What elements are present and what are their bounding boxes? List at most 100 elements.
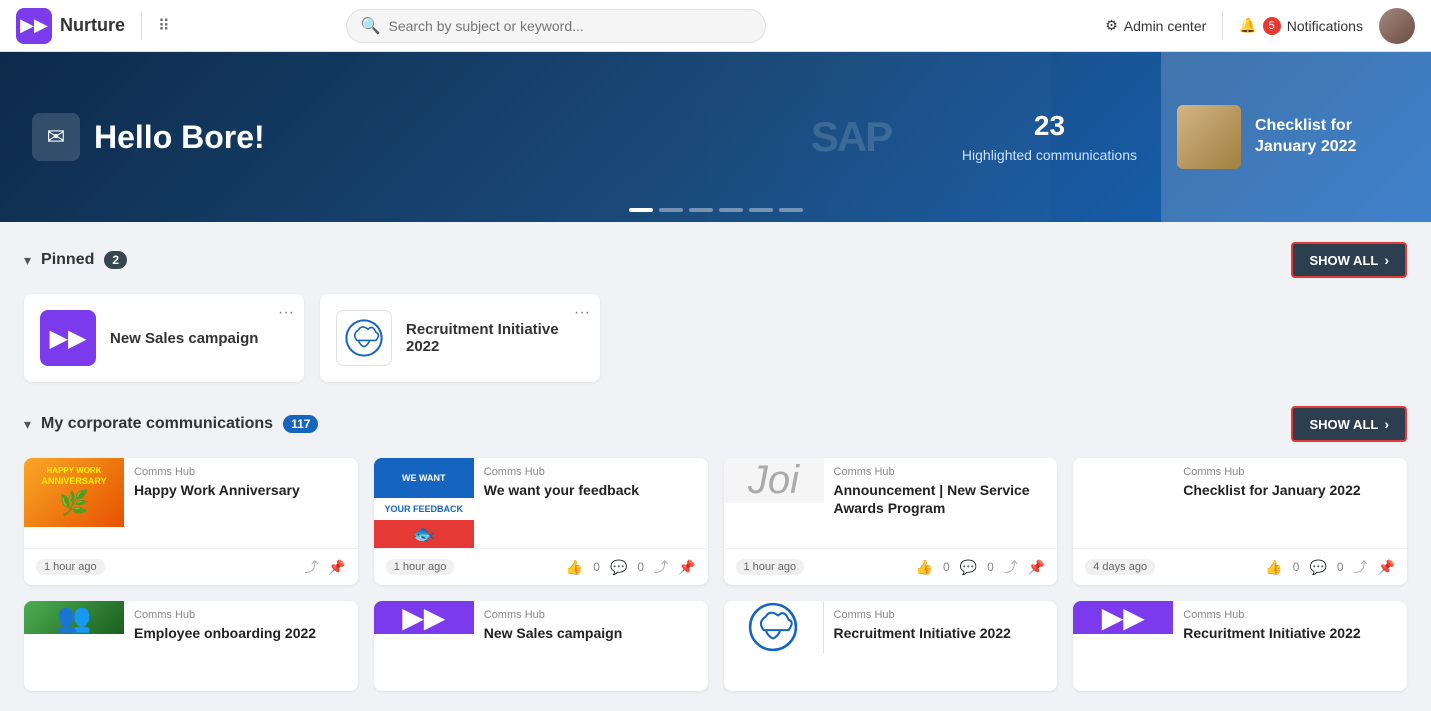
time-ago-badge: 4 days ago bbox=[1085, 559, 1155, 575]
search-bar[interactable]: 🔍 bbox=[346, 9, 766, 43]
share-icon[interactable]: ⤴ bbox=[654, 557, 668, 577]
admin-center-label: Admin center bbox=[1124, 18, 1206, 34]
comm-card-title: Recruitment Initiative 2022 bbox=[834, 624, 1048, 642]
semos-thumb-image bbox=[724, 601, 824, 653]
main-content: ▾ Pinned 2 SHOW ALL › ▶▶ New Sales campa… bbox=[0, 222, 1431, 711]
like-count: 0 bbox=[593, 560, 600, 574]
notification-badge: 5 bbox=[1263, 17, 1281, 35]
comment-icon[interactable]: 💬 bbox=[960, 559, 977, 576]
like-icon[interactable]: 👍 bbox=[1265, 559, 1282, 576]
pin-icon[interactable]: 📌 bbox=[1378, 559, 1395, 576]
comm-thumb-checklist bbox=[1073, 458, 1173, 548]
comment-icon[interactable]: 💬 bbox=[1309, 559, 1326, 576]
comm-thumb-welcome: 👥 bbox=[24, 601, 124, 691]
dot-3[interactable] bbox=[689, 208, 713, 212]
dot-4[interactable] bbox=[719, 208, 743, 212]
hero-dots bbox=[629, 208, 803, 212]
card-footer-actions: 👍 0 💬 0 ⤴ 📌 bbox=[566, 557, 696, 577]
comm-card-top: WE WANT YOUR FEEDBACK 🐟 Comms Hub We wan… bbox=[374, 458, 708, 548]
comm-card[interactable]: ▶▶ Comms Hub New Sales campaign bbox=[374, 601, 708, 691]
comm-thumb-semos bbox=[724, 601, 824, 691]
checklist-thumb-image bbox=[1177, 105, 1241, 169]
comm-card-title: Announcement | New Service Awards Progra… bbox=[834, 481, 1048, 517]
comm-card-info: Comms Hub Announcement | New Service Awa… bbox=[824, 458, 1058, 548]
card-footer-actions: 👍 0 💬 0 ⤴ 📌 bbox=[916, 557, 1046, 577]
corporate-show-all-button[interactable]: SHOW ALL › bbox=[1291, 406, 1407, 442]
corporate-cards-grid-bottom: 👥 Comms Hub Employee onboarding 2022 ▶▶ … bbox=[24, 601, 1407, 691]
feedback-banner: WE WANT bbox=[374, 458, 474, 498]
comm-card[interactable]: Comms Hub Recruitment Initiative 2022 bbox=[724, 601, 1058, 691]
corporate-count: 117 bbox=[283, 415, 318, 433]
pinned-card-icon: ▶▶ bbox=[40, 310, 96, 366]
comm-card-info: Comms Hub Recruitment Initiative 2022 bbox=[824, 601, 1058, 691]
card-footer-actions: 👍 0 💬 0 ⤴ 📌 bbox=[1265, 557, 1395, 577]
avatar[interactable] bbox=[1379, 8, 1415, 44]
comm-hub-label: Comms Hub bbox=[1183, 609, 1397, 621]
corporate-cards-grid: HAPPY WORK ANNIVERSARY 🌿 Comms Hub Happy… bbox=[24, 458, 1407, 585]
pinned-card-menu-icon[interactable]: ··· bbox=[574, 304, 590, 322]
share-icon[interactable]: ⤴ bbox=[1354, 557, 1368, 577]
pinned-toggle-icon[interactable]: ▾ bbox=[24, 252, 31, 269]
comment-icon[interactable]: 💬 bbox=[610, 559, 627, 576]
pinned-card[interactable]: ▶▶ New Sales campaign ··· bbox=[24, 294, 304, 382]
announcement-thumb-image: Joi bbox=[724, 458, 824, 503]
pin-icon[interactable]: 📌 bbox=[328, 559, 345, 576]
like-icon[interactable]: 👍 bbox=[916, 559, 933, 576]
comm-card-footer: 1 hour ago ⤴ 📌 bbox=[24, 548, 358, 585]
comm-card[interactable]: ▶▶ Comms Hub Recuritment Initiative 2022 bbox=[1073, 601, 1407, 691]
pinned-card[interactable]: Recruitment Initiative 2022 ··· bbox=[320, 294, 600, 382]
semos-logo-svg2 bbox=[747, 601, 799, 653]
comm-card-title: New Sales campaign bbox=[484, 624, 698, 642]
header-divider2 bbox=[1222, 12, 1223, 40]
header-divider bbox=[141, 12, 142, 40]
pin-icon[interactable]: 📌 bbox=[678, 559, 695, 576]
comm-card-info: Comms Hub Happy Work Anniversary bbox=[124, 458, 358, 548]
comm-card-info: Comms Hub New Sales campaign bbox=[474, 601, 708, 691]
comm-thumb-purple2: ▶▶ bbox=[1073, 601, 1173, 691]
search-icon: 🔍 bbox=[361, 16, 381, 36]
pin-icon[interactable]: 📌 bbox=[1028, 559, 1045, 576]
comm-card[interactable]: HAPPY WORK ANNIVERSARY 🌿 Comms Hub Happy… bbox=[24, 458, 358, 585]
card-footer-actions: ⤴ 📌 bbox=[304, 557, 345, 577]
dot-6[interactable] bbox=[779, 208, 803, 212]
comm-card[interactable]: Joi Comms Hub Announcement | New Service… bbox=[724, 458, 1058, 585]
like-icon[interactable]: 👍 bbox=[566, 559, 583, 576]
highlighted-count-area: 23 Highlighted communications bbox=[938, 110, 1161, 164]
share-icon[interactable]: ⤴ bbox=[1004, 557, 1018, 577]
admin-center-link[interactable]: ⚙ Admin center bbox=[1105, 17, 1206, 34]
comm-card[interactable]: 👥 Comms Hub Employee onboarding 2022 bbox=[24, 601, 358, 691]
checklist-highlight-card[interactable]: Checklist for January 2022 bbox=[1161, 52, 1431, 222]
notifications-button[interactable]: 🔔 5 Notifications bbox=[1239, 17, 1363, 35]
corporate-section-header: ▾ My corporate communications 117 SHOW A… bbox=[24, 406, 1407, 442]
checklist-thumb bbox=[1177, 105, 1241, 169]
comm-card[interactable]: Comms Hub Checklist for January 2022 4 d… bbox=[1073, 458, 1407, 585]
hero-banner: SAP ✉ Hello Bore! 23 Highlighted communi… bbox=[0, 52, 1431, 222]
feedback-banner2: YOUR FEEDBACK bbox=[374, 498, 474, 520]
highlighted-section: 23 Highlighted communications Checklist … bbox=[938, 52, 1431, 222]
app-logo[interactable]: ▶▶ Nurture bbox=[16, 8, 125, 44]
header-right: ⚙ Admin center 🔔 5 Notifications bbox=[1105, 8, 1415, 44]
dot-1[interactable] bbox=[629, 208, 653, 212]
feedback-fish: 🐟 bbox=[374, 520, 474, 548]
comm-card[interactable]: WE WANT YOUR FEEDBACK 🐟 Comms Hub We wan… bbox=[374, 458, 708, 585]
search-input[interactable] bbox=[388, 18, 750, 34]
pinned-show-all-label: SHOW ALL bbox=[1309, 253, 1378, 268]
comm-hub-label: Comms Hub bbox=[134, 609, 348, 621]
purple2-thumb-image: ▶▶ bbox=[1073, 601, 1173, 634]
pinned-show-all-button[interactable]: SHOW ALL › bbox=[1291, 242, 1407, 278]
highlighted-label: Highlighted communications bbox=[962, 146, 1137, 164]
grid-icon[interactable]: ⠿ bbox=[158, 16, 170, 36]
comm-thumb-announcement: Joi bbox=[724, 458, 824, 548]
pinned-card-name: Recruitment Initiative 2022 bbox=[406, 321, 584, 355]
corporate-title: My corporate communications bbox=[41, 415, 273, 433]
dot-2[interactable] bbox=[659, 208, 683, 212]
dot-5[interactable] bbox=[749, 208, 773, 212]
pinned-card-menu-icon[interactable]: ··· bbox=[278, 304, 294, 322]
corporate-toggle-icon[interactable]: ▾ bbox=[24, 416, 31, 433]
share-icon[interactable]: ⤴ bbox=[304, 557, 318, 577]
feedback-thumb-image: WE WANT YOUR FEEDBACK 🐟 bbox=[374, 458, 474, 548]
comm-card-top: HAPPY WORK ANNIVERSARY 🌿 Comms Hub Happy… bbox=[24, 458, 358, 548]
comm-card-title: Happy Work Anniversary bbox=[134, 481, 348, 499]
corporate-show-all-label: SHOW ALL bbox=[1309, 417, 1378, 432]
comm-hub-label: Comms Hub bbox=[484, 466, 698, 478]
